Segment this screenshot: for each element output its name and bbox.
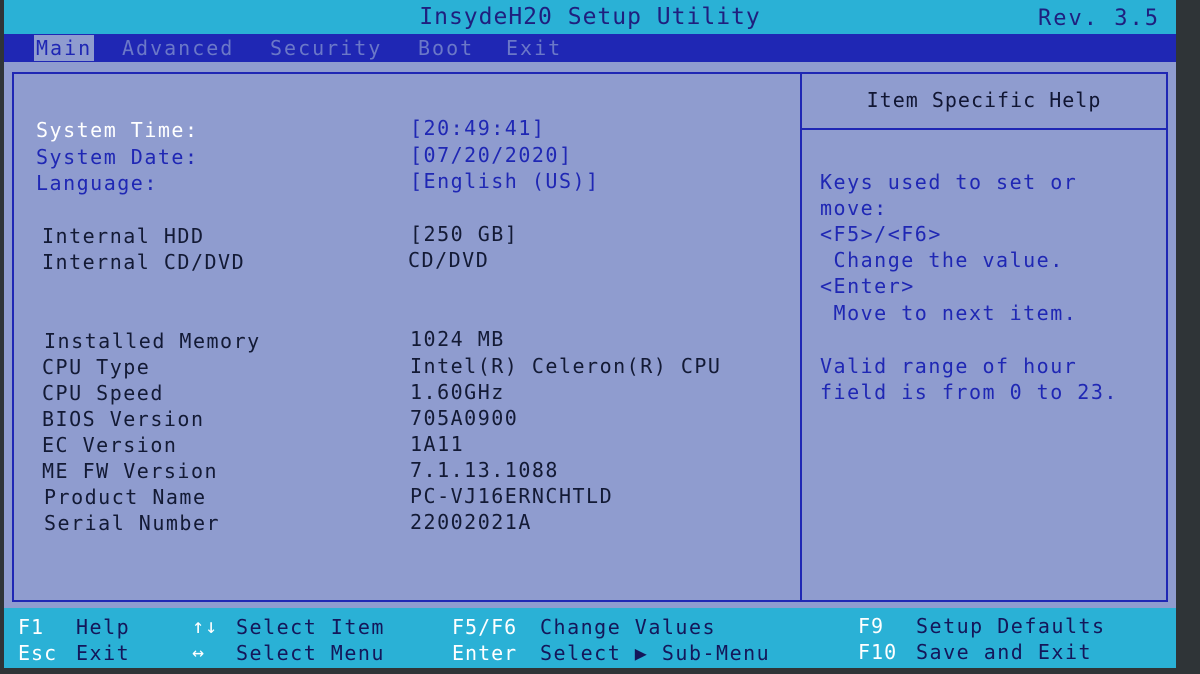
change-values-description: Change Values [540, 615, 717, 639]
menu-tab-exit[interactable]: Exit [506, 35, 562, 61]
language-value[interactable]: [English (US)] [410, 169, 600, 193]
revision-label: Rev. 3.5 [1038, 6, 1160, 31]
ec-version-label: EC Version [42, 433, 178, 457]
serial-number-label: Serial Number [44, 511, 221, 535]
esc-key: Esc [18, 641, 58, 665]
f1-description: Help [76, 615, 131, 639]
help-text-line: Valid range of hour [820, 354, 1078, 378]
menu-bar: Main Advanced Security Boot Exit [4, 34, 1176, 62]
help-text-line: <Enter> [820, 274, 915, 298]
title-bar: InsydeH20 Setup Utility Rev. 3.5 [4, 0, 1176, 34]
cpu-type-label: CPU Type [42, 355, 151, 379]
system-date-value[interactable]: [07/20/2020] [410, 143, 573, 167]
esc-description: Exit [76, 641, 131, 665]
save-and-exit-description: Save and Exit [916, 640, 1093, 664]
select-menu-description: Select Menu [236, 641, 385, 665]
help-text-line: Keys used to set or [820, 170, 1078, 194]
cpu-speed-value: 1.60GHz [410, 380, 505, 404]
cpu-speed-label: CPU Speed [42, 381, 164, 405]
help-text-line: Move to next item. [820, 301, 1078, 325]
internal-cd-dvd-value: CD/DVD [408, 248, 490, 272]
select-submenu-description: Select ▶ Sub-Menu [540, 641, 771, 665]
panel-divider [800, 74, 802, 600]
help-text-line: Change the value. [820, 248, 1064, 272]
product-name-label: Product Name [44, 485, 207, 509]
internal-hdd-label: Internal HDD [42, 224, 205, 248]
main-panel: Item Specific Help System Time: [20:49:4… [12, 72, 1168, 602]
f1-key: F1 [18, 615, 45, 639]
serial-number-value: 22002021A [410, 510, 532, 534]
f5-f6-key: F5/F6 [452, 615, 518, 639]
installed-memory-label: Installed Memory [44, 329, 261, 353]
menu-tab-advanced[interactable]: Advanced [122, 35, 234, 61]
internal-hdd-value: [250 GB] [410, 222, 519, 246]
app-title: InsydeH20 Setup Utility [419, 4, 761, 30]
system-date-label[interactable]: System Date: [36, 145, 199, 169]
left-right-arrows-icon: ↔ [192, 640, 206, 664]
menu-tab-security[interactable]: Security [270, 35, 382, 61]
internal-cd-dvd-label: Internal CD/DVD [42, 250, 246, 274]
key-legend-bar: F1 Help Esc Exit ↑↓ Select Item ↔ Select… [4, 608, 1176, 668]
installed-memory-value: 1024 MB [410, 327, 505, 351]
enter-key: Enter [452, 641, 518, 665]
me-fw-version-label: ME FW Version [42, 459, 219, 483]
help-text-line: move: [820, 196, 888, 220]
bios-screen: InsydeH20 Setup Utility Rev. 3.5 Main Ad… [4, 0, 1176, 668]
bios-version-value: 705A0900 [410, 406, 519, 430]
select-item-description: Select Item [236, 615, 385, 639]
help-header-divider [802, 128, 1166, 130]
f9-key: F9 [858, 614, 885, 638]
bios-version-label: BIOS Version [42, 407, 205, 431]
cpu-type-value: Intel(R) Celeron(R) CPU [410, 354, 722, 378]
setup-defaults-description: Setup Defaults [916, 614, 1106, 638]
menu-tab-main[interactable]: Main [34, 35, 95, 61]
help-text-line: field is from 0 to 23. [820, 380, 1118, 404]
product-name-value: PC-VJ16ERNCHTLD [410, 484, 614, 508]
up-down-arrows-icon: ↑↓ [192, 614, 219, 638]
menu-tab-boot[interactable]: Boot [418, 35, 474, 61]
ec-version-value: 1A11 [410, 432, 465, 456]
language-label[interactable]: Language: [36, 171, 158, 195]
system-time-label[interactable]: System Time: [36, 118, 199, 142]
help-text-line: <F5>/<F6> [820, 222, 942, 246]
f10-key: F10 [858, 640, 898, 664]
system-time-value[interactable]: [20:49:41] [410, 116, 545, 140]
help-title: Item Specific Help [866, 88, 1102, 112]
me-fw-version-value: 7.1.13.1088 [410, 458, 559, 482]
